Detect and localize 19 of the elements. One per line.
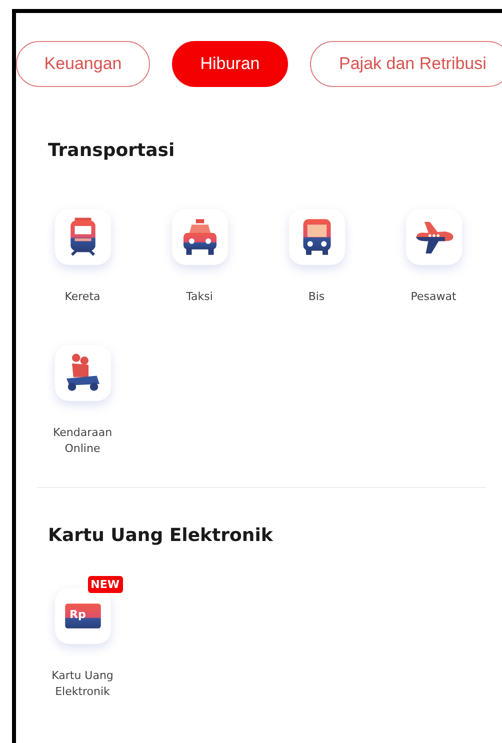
menu-tile[interactable] [406, 209, 462, 265]
menu-tile[interactable] [54, 209, 110, 265]
section-title: Kartu Uang Elektronik [47, 524, 274, 548]
menu-label: Pesawat [410, 289, 458, 305]
menu-label: Bis [307, 289, 326, 305]
menu-label: Taksi [185, 289, 214, 305]
new-badge: NEW [88, 576, 122, 593]
menu-label: Kartu Uang Elektronik [50, 668, 114, 700]
category-tab[interactable]: Keuangan [16, 41, 150, 87]
menu-label: Kendaraan Online [52, 425, 114, 457]
currency-label: Rp [70, 608, 86, 621]
menu-tile[interactable] [172, 209, 228, 265]
section-title: Transportasi [47, 139, 176, 163]
menu-tile[interactable] [288, 209, 344, 265]
menu-tile[interactable]: Rp [54, 588, 110, 644]
category-tab[interactable]: Pajak dan Retribusi [310, 41, 502, 87]
menu-label: Kereta [64, 289, 102, 305]
menu-tile[interactable] [54, 345, 110, 401]
category-tab[interactable]: Hiburan [172, 41, 288, 87]
